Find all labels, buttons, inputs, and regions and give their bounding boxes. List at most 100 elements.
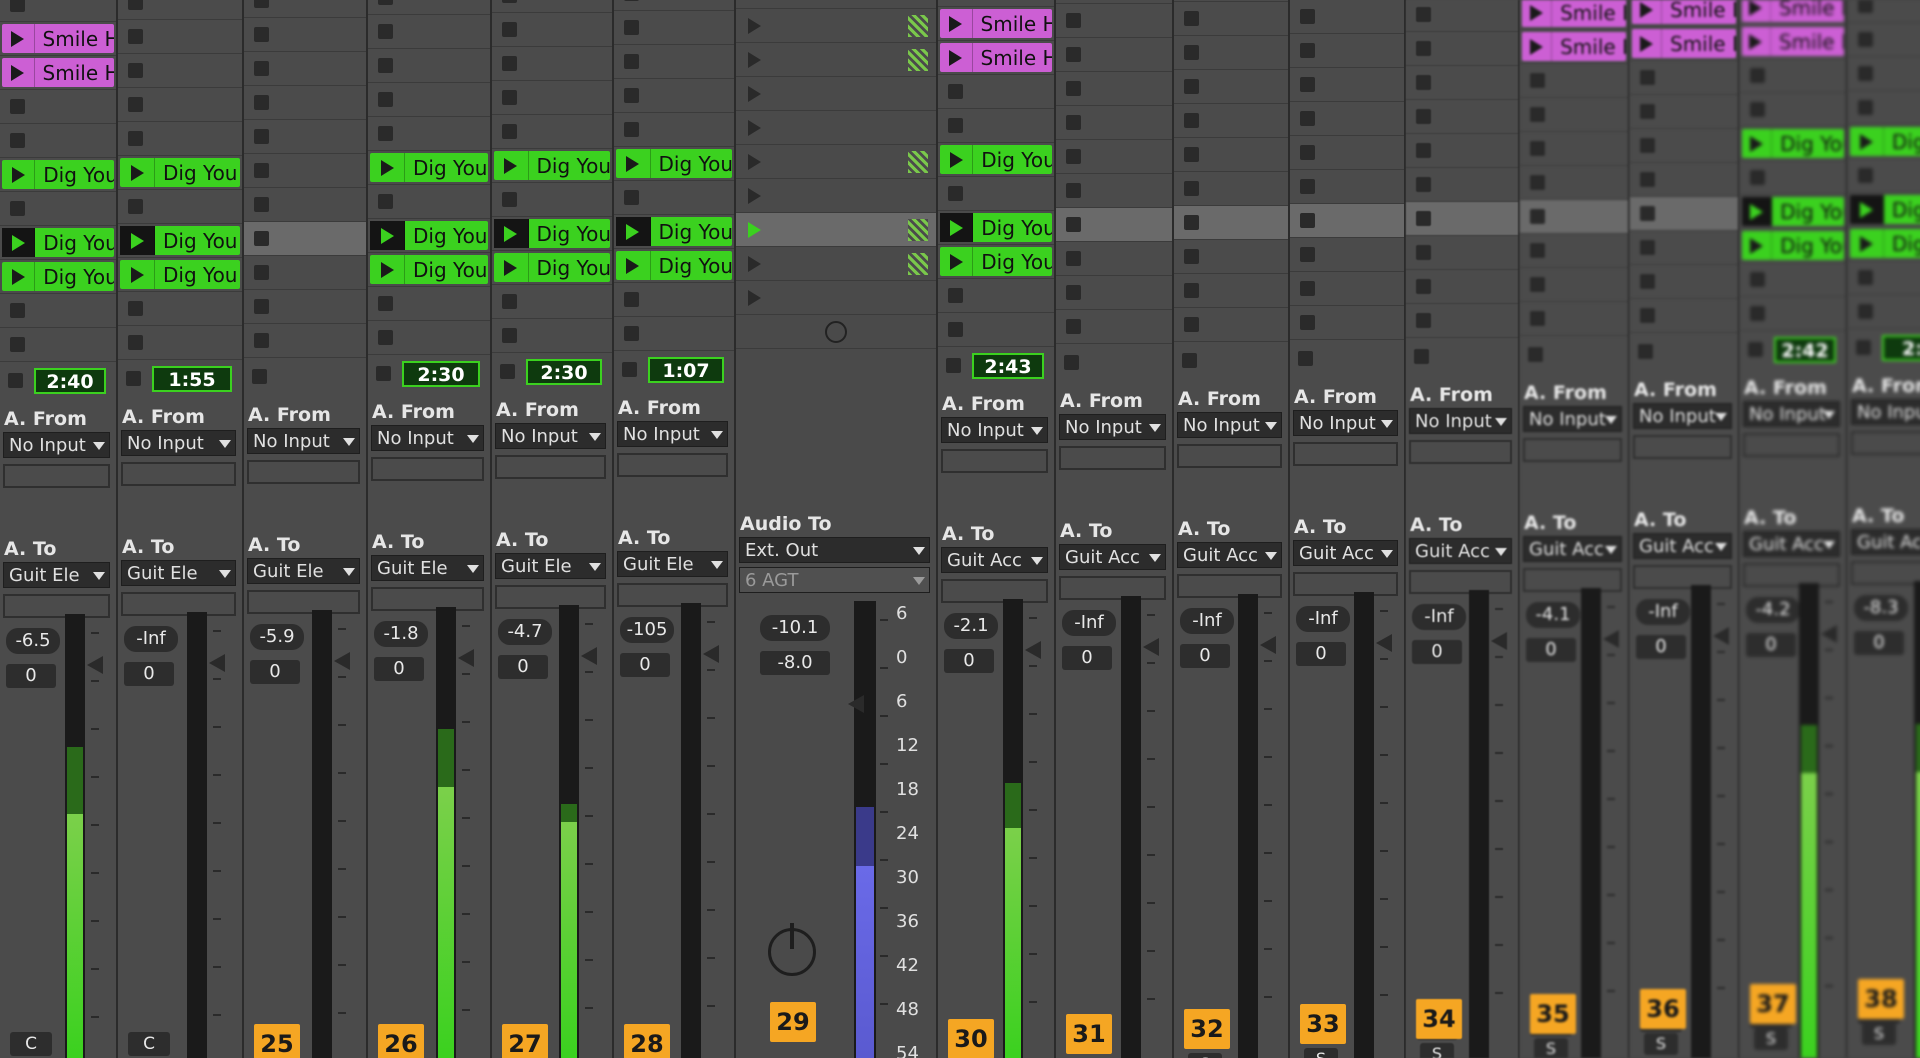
output-channel-dropdown[interactable] bbox=[1177, 574, 1282, 598]
clip-slot[interactable] bbox=[614, 181, 734, 215]
clip-slot[interactable] bbox=[938, 177, 1054, 211]
stop-button-icon[interactable] bbox=[254, 95, 269, 110]
stop-button-icon[interactable] bbox=[502, 90, 517, 105]
stop-button-icon[interactable] bbox=[10, 133, 25, 148]
clip-slot[interactable] bbox=[368, 15, 490, 49]
input-channel-dropdown[interactable] bbox=[121, 462, 236, 486]
clip-slot[interactable] bbox=[244, 188, 366, 222]
clip-slot[interactable] bbox=[614, 0, 734, 11]
output-channel-dropdown[interactable] bbox=[1523, 568, 1622, 592]
clip-slot[interactable] bbox=[1290, 68, 1404, 102]
stop-button-icon[interactable] bbox=[10, 99, 25, 114]
clip-slot[interactable] bbox=[1290, 306, 1404, 340]
stop-button-icon[interactable] bbox=[1416, 143, 1431, 158]
clip-slot[interactable] bbox=[1848, 159, 1920, 193]
clip-slot[interactable] bbox=[1848, 295, 1920, 329]
stop-button-icon[interactable] bbox=[1300, 315, 1315, 330]
clip-slot[interactable] bbox=[1056, 276, 1172, 310]
volume-fader-handle[interactable] bbox=[1603, 630, 1619, 648]
clip-slot[interactable] bbox=[1848, 91, 1920, 125]
clip[interactable]: Dig You bbox=[370, 153, 488, 182]
clip-slot[interactable] bbox=[1630, 61, 1738, 95]
stop-button-icon[interactable] bbox=[1530, 107, 1545, 122]
clip-slot[interactable]: Dig You bbox=[1740, 195, 1846, 229]
play-button[interactable] bbox=[120, 260, 155, 289]
stop-button-icon[interactable] bbox=[10, 201, 25, 216]
clip-slot[interactable] bbox=[492, 183, 612, 217]
volume-display[interactable]: -Inf bbox=[1062, 610, 1116, 636]
clip-slot[interactable] bbox=[0, 0, 116, 22]
pan-display[interactable]: 0 bbox=[1412, 640, 1462, 664]
play-button[interactable] bbox=[1632, 0, 1662, 24]
stop-button-icon[interactable] bbox=[128, 29, 143, 44]
scene-launch-icon[interactable] bbox=[748, 256, 761, 272]
clip-slot[interactable] bbox=[614, 283, 734, 317]
stop-button-icon[interactable] bbox=[502, 294, 517, 309]
play-button[interactable] bbox=[940, 43, 973, 72]
volume-display[interactable]: -105 bbox=[620, 617, 674, 643]
play-button[interactable] bbox=[494, 219, 529, 248]
stop-button-icon[interactable] bbox=[1640, 104, 1655, 119]
clip-slot[interactable]: Dig You bbox=[368, 219, 490, 253]
pan-display[interactable]: 0 bbox=[1526, 638, 1576, 662]
audio-to-dropdown[interactable]: Guit Acc bbox=[1177, 542, 1282, 568]
audio-to-dropdown[interactable]: Guit Acc bbox=[1633, 533, 1732, 559]
stop-button-icon[interactable] bbox=[1184, 147, 1199, 162]
play-button[interactable] bbox=[1522, 32, 1553, 61]
stop-button-icon[interactable] bbox=[378, 194, 393, 209]
stop-all-icon[interactable] bbox=[1182, 353, 1197, 368]
track-number-button[interactable]: 34 bbox=[1416, 999, 1462, 1039]
play-button[interactable] bbox=[370, 221, 405, 250]
clip-slot[interactable] bbox=[1630, 265, 1738, 299]
scene-launch-icon[interactable] bbox=[748, 188, 761, 204]
volume-fader-handle[interactable] bbox=[581, 647, 597, 665]
audio-to-dropdown[interactable]: Guit Acc bbox=[1293, 540, 1398, 566]
clip-slot[interactable] bbox=[614, 45, 734, 79]
stop-button-icon[interactable] bbox=[1416, 7, 1431, 22]
stop-button-icon[interactable] bbox=[1066, 149, 1081, 164]
clip-slot[interactable] bbox=[1290, 170, 1404, 204]
volume-fader-handle[interactable] bbox=[1713, 627, 1729, 645]
clip-slot[interactable] bbox=[938, 109, 1054, 143]
clip[interactable]: Dig You bbox=[616, 149, 732, 178]
clip-slot[interactable] bbox=[1290, 34, 1404, 68]
volume-fader-handle[interactable] bbox=[848, 695, 864, 713]
audio-from-dropdown[interactable]: No Input bbox=[941, 417, 1048, 443]
clip-slot[interactable]: Dig You bbox=[614, 147, 734, 181]
stop-button-icon[interactable] bbox=[948, 288, 963, 303]
clip[interactable]: Smile H bbox=[1522, 32, 1626, 61]
track-number-button[interactable]: 38 bbox=[1858, 979, 1904, 1019]
clip-slot[interactable]: Smile D bbox=[1630, 0, 1738, 27]
audio-from-dropdown[interactable]: No Input bbox=[247, 428, 360, 454]
play-button[interactable] bbox=[940, 247, 974, 276]
clip-slot[interactable] bbox=[1174, 70, 1288, 104]
clip[interactable]: Smile M bbox=[1742, 27, 1844, 56]
pan-display[interactable]: 0 bbox=[124, 662, 174, 686]
clip-slot[interactable] bbox=[1056, 72, 1172, 106]
volume-display[interactable]: -4.2 bbox=[1746, 597, 1800, 623]
output-channel-dropdown[interactable] bbox=[617, 583, 728, 607]
clip-slot[interactable] bbox=[736, 145, 936, 179]
scene-launch-icon[interactable] bbox=[748, 222, 761, 238]
clip[interactable]: Dig You bbox=[1850, 127, 1920, 156]
clip-slot[interactable] bbox=[736, 281, 936, 315]
clip-slot[interactable] bbox=[1406, 168, 1518, 202]
stop-button-icon[interactable] bbox=[502, 192, 517, 207]
scene-launch-icon[interactable] bbox=[748, 290, 761, 306]
clip-slot[interactable] bbox=[1520, 64, 1628, 98]
clip-slot[interactable] bbox=[1290, 238, 1404, 272]
clip-slot[interactable]: Dig You bbox=[118, 224, 242, 258]
stop-button-icon[interactable] bbox=[1300, 9, 1315, 24]
pan-display[interactable]: 0 bbox=[250, 660, 300, 684]
input-channel-dropdown[interactable] bbox=[1177, 444, 1282, 468]
clip[interactable]: Smile H bbox=[2, 24, 114, 53]
clip[interactable]: Dig You bbox=[940, 145, 1052, 174]
stop-button-icon[interactable] bbox=[1066, 47, 1081, 62]
clip-slot[interactable] bbox=[1406, 0, 1518, 32]
clip-slot[interactable] bbox=[1630, 163, 1738, 197]
stop-button-icon[interactable] bbox=[1066, 285, 1081, 300]
stop-button-icon[interactable] bbox=[128, 199, 143, 214]
stop-button-icon[interactable] bbox=[1416, 177, 1431, 192]
volume-fader-handle[interactable] bbox=[87, 656, 103, 674]
clip-slot[interactable] bbox=[244, 222, 366, 256]
